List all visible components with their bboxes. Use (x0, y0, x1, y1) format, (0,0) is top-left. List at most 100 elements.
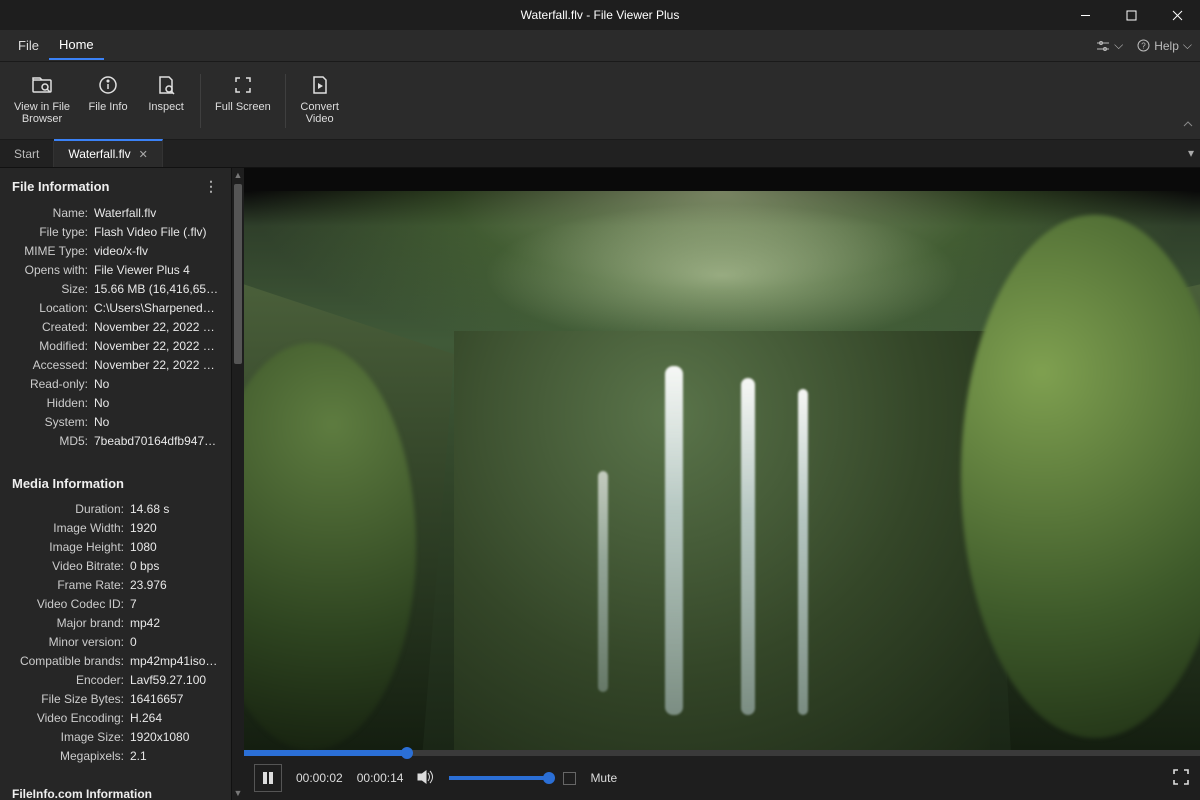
info-label: Megapixels: (10, 749, 124, 763)
info-value: File Viewer Plus 4 (94, 263, 221, 277)
speaker-icon (417, 769, 435, 785)
info-value: Flash Video File (.flv) (94, 225, 221, 239)
volume-slider[interactable] (449, 776, 549, 780)
info-value: November 22, 2022 10:… (94, 358, 221, 372)
tab-close-button[interactable]: ✕ (139, 148, 148, 161)
info-label: MD5: (10, 434, 88, 448)
file-info-button[interactable]: File Info (80, 67, 136, 135)
close-button[interactable] (1154, 0, 1200, 30)
ribbon-label: Inspect (148, 101, 183, 113)
info-label: MIME Type: (10, 244, 88, 258)
info-label: Created: (10, 320, 88, 334)
video-canvas[interactable] (244, 168, 1200, 750)
info-row: Size:15.66 MB (16,416,657 b… (10, 279, 221, 298)
tab-waterfall[interactable]: Waterfall.flv ✕ (54, 139, 162, 167)
info-row: Video Bitrate: 0 bps (10, 556, 221, 575)
info-label: Read-only: (10, 377, 88, 391)
info-row: File type:Flash Video File (.flv) (10, 222, 221, 241)
menu-file[interactable]: File (8, 32, 49, 59)
volume-fill (449, 776, 549, 780)
info-label: Video Bitrate: (10, 559, 124, 573)
seek-bar[interactable] (244, 750, 1200, 756)
view-in-browser-button[interactable]: View in File Browser (6, 67, 78, 135)
info-value: November 22, 2022 10:… (94, 320, 221, 334)
video-panel: 00:00:02 00:00:14 Mute (244, 168, 1200, 800)
info-row: Minor version: 0 (10, 632, 221, 651)
ribbon-separator (285, 74, 286, 128)
info-label: Minor version: (10, 635, 124, 649)
info-label: Compatible brands: (10, 654, 124, 668)
info-label: Major brand: (10, 616, 124, 630)
convert-video-button[interactable]: Convert Video (292, 67, 348, 135)
expand-icon (1172, 768, 1190, 786)
sidebar-scrollbar[interactable]: ▲ ▼ (232, 168, 244, 800)
document-search-icon (157, 73, 175, 97)
maximize-button[interactable] (1108, 0, 1154, 30)
info-value: 7 (130, 597, 221, 611)
tab-start[interactable]: Start (0, 141, 54, 167)
info-label: Accessed: (10, 358, 88, 372)
minimize-button[interactable] (1062, 0, 1108, 30)
info-row: File Size Bytes: 16416657 (10, 689, 221, 708)
section-title: Media Information (12, 476, 124, 491)
info-label: System: (10, 415, 88, 429)
info-label: Frame Rate: (10, 578, 124, 592)
ribbon-label: File Info (88, 101, 127, 113)
media-info-list: Duration:14.68 sImage Width:1920Image He… (0, 497, 231, 775)
info-row: Duration:14.68 s (10, 499, 221, 518)
volume-knob[interactable] (543, 772, 555, 784)
seek-knob[interactable] (401, 747, 413, 759)
info-row: Megapixels: 2.1 (10, 746, 221, 765)
help-label: Help (1154, 39, 1179, 53)
info-row: Image Width:1920 (10, 518, 221, 537)
info-value: 0 bps (130, 559, 221, 573)
info-row: Encoder:Lavf59.27.100 (10, 670, 221, 689)
info-value: video/x-flv (94, 244, 221, 258)
full-screen-button[interactable]: Full Screen (207, 67, 279, 135)
file-info-list: Name:Waterfall.flvFile type:Flash Video … (0, 201, 231, 460)
info-label: Hidden: (10, 396, 88, 410)
info-row: Modified:November 22, 2022 10:… (10, 336, 221, 355)
info-label: Video Encoding: (10, 711, 124, 725)
scroll-track[interactable] (232, 182, 244, 786)
inspect-button[interactable]: Inspect (138, 67, 194, 135)
main-area: File Information ⋮ Name:Waterfall.flvFil… (0, 168, 1200, 800)
folder-search-icon (31, 73, 53, 97)
info-label: Encoder: (10, 673, 124, 687)
ribbon-separator (200, 74, 201, 128)
info-value: 15.66 MB (16,416,657 b… (94, 282, 221, 296)
info-value: 16416657 (130, 692, 221, 706)
mute-checkbox[interactable] (563, 772, 576, 785)
info-row: Image Height:1080 (10, 537, 221, 556)
scroll-down-button[interactable]: ▼ (232, 786, 244, 800)
chevron-down-icon: ⌵ (1114, 38, 1123, 53)
ribbon-label: Full Screen (215, 101, 271, 113)
section-menu-button[interactable]: ⋮ (204, 178, 219, 195)
info-value: 2.1 (130, 749, 221, 763)
info-label: Duration: (10, 502, 124, 516)
collapse-ribbon-button[interactable] (1182, 117, 1194, 135)
ribbon-toolbar: View in File Browser File Info Inspect F… (0, 62, 1200, 140)
info-row: MIME Type: video/x-flv (10, 241, 221, 260)
info-value: November 22, 2022 10:… (94, 339, 221, 353)
info-label: Video Codec ID: (10, 597, 124, 611)
file-info-header: File Information ⋮ (0, 168, 231, 201)
info-value: 0 (130, 635, 221, 649)
section-title: File Information (12, 179, 110, 194)
player-fullscreen-button[interactable] (1172, 768, 1190, 789)
scroll-up-button[interactable]: ▲ (232, 168, 244, 182)
help-button[interactable]: ? Help ⌵ (1137, 38, 1192, 53)
settings-button[interactable]: ⌵ (1096, 38, 1123, 53)
info-value: 1920x1080 (130, 730, 221, 744)
info-label: File Size Bytes: (10, 692, 124, 706)
menu-home[interactable]: Home (49, 31, 104, 60)
info-label: Image Height: (10, 540, 124, 554)
volume-button[interactable] (417, 769, 435, 788)
pause-button[interactable] (254, 764, 282, 792)
tabs-overflow-button[interactable]: ▾ (1188, 146, 1194, 160)
time-elapsed: 00:00:02 (296, 771, 343, 785)
info-value: Waterfall.flv (94, 206, 221, 220)
scroll-thumb[interactable] (234, 184, 242, 364)
info-sidebar: File Information ⋮ Name:Waterfall.flvFil… (0, 168, 232, 800)
info-row: Location:C:\Users\SharpenedPr… (10, 298, 221, 317)
